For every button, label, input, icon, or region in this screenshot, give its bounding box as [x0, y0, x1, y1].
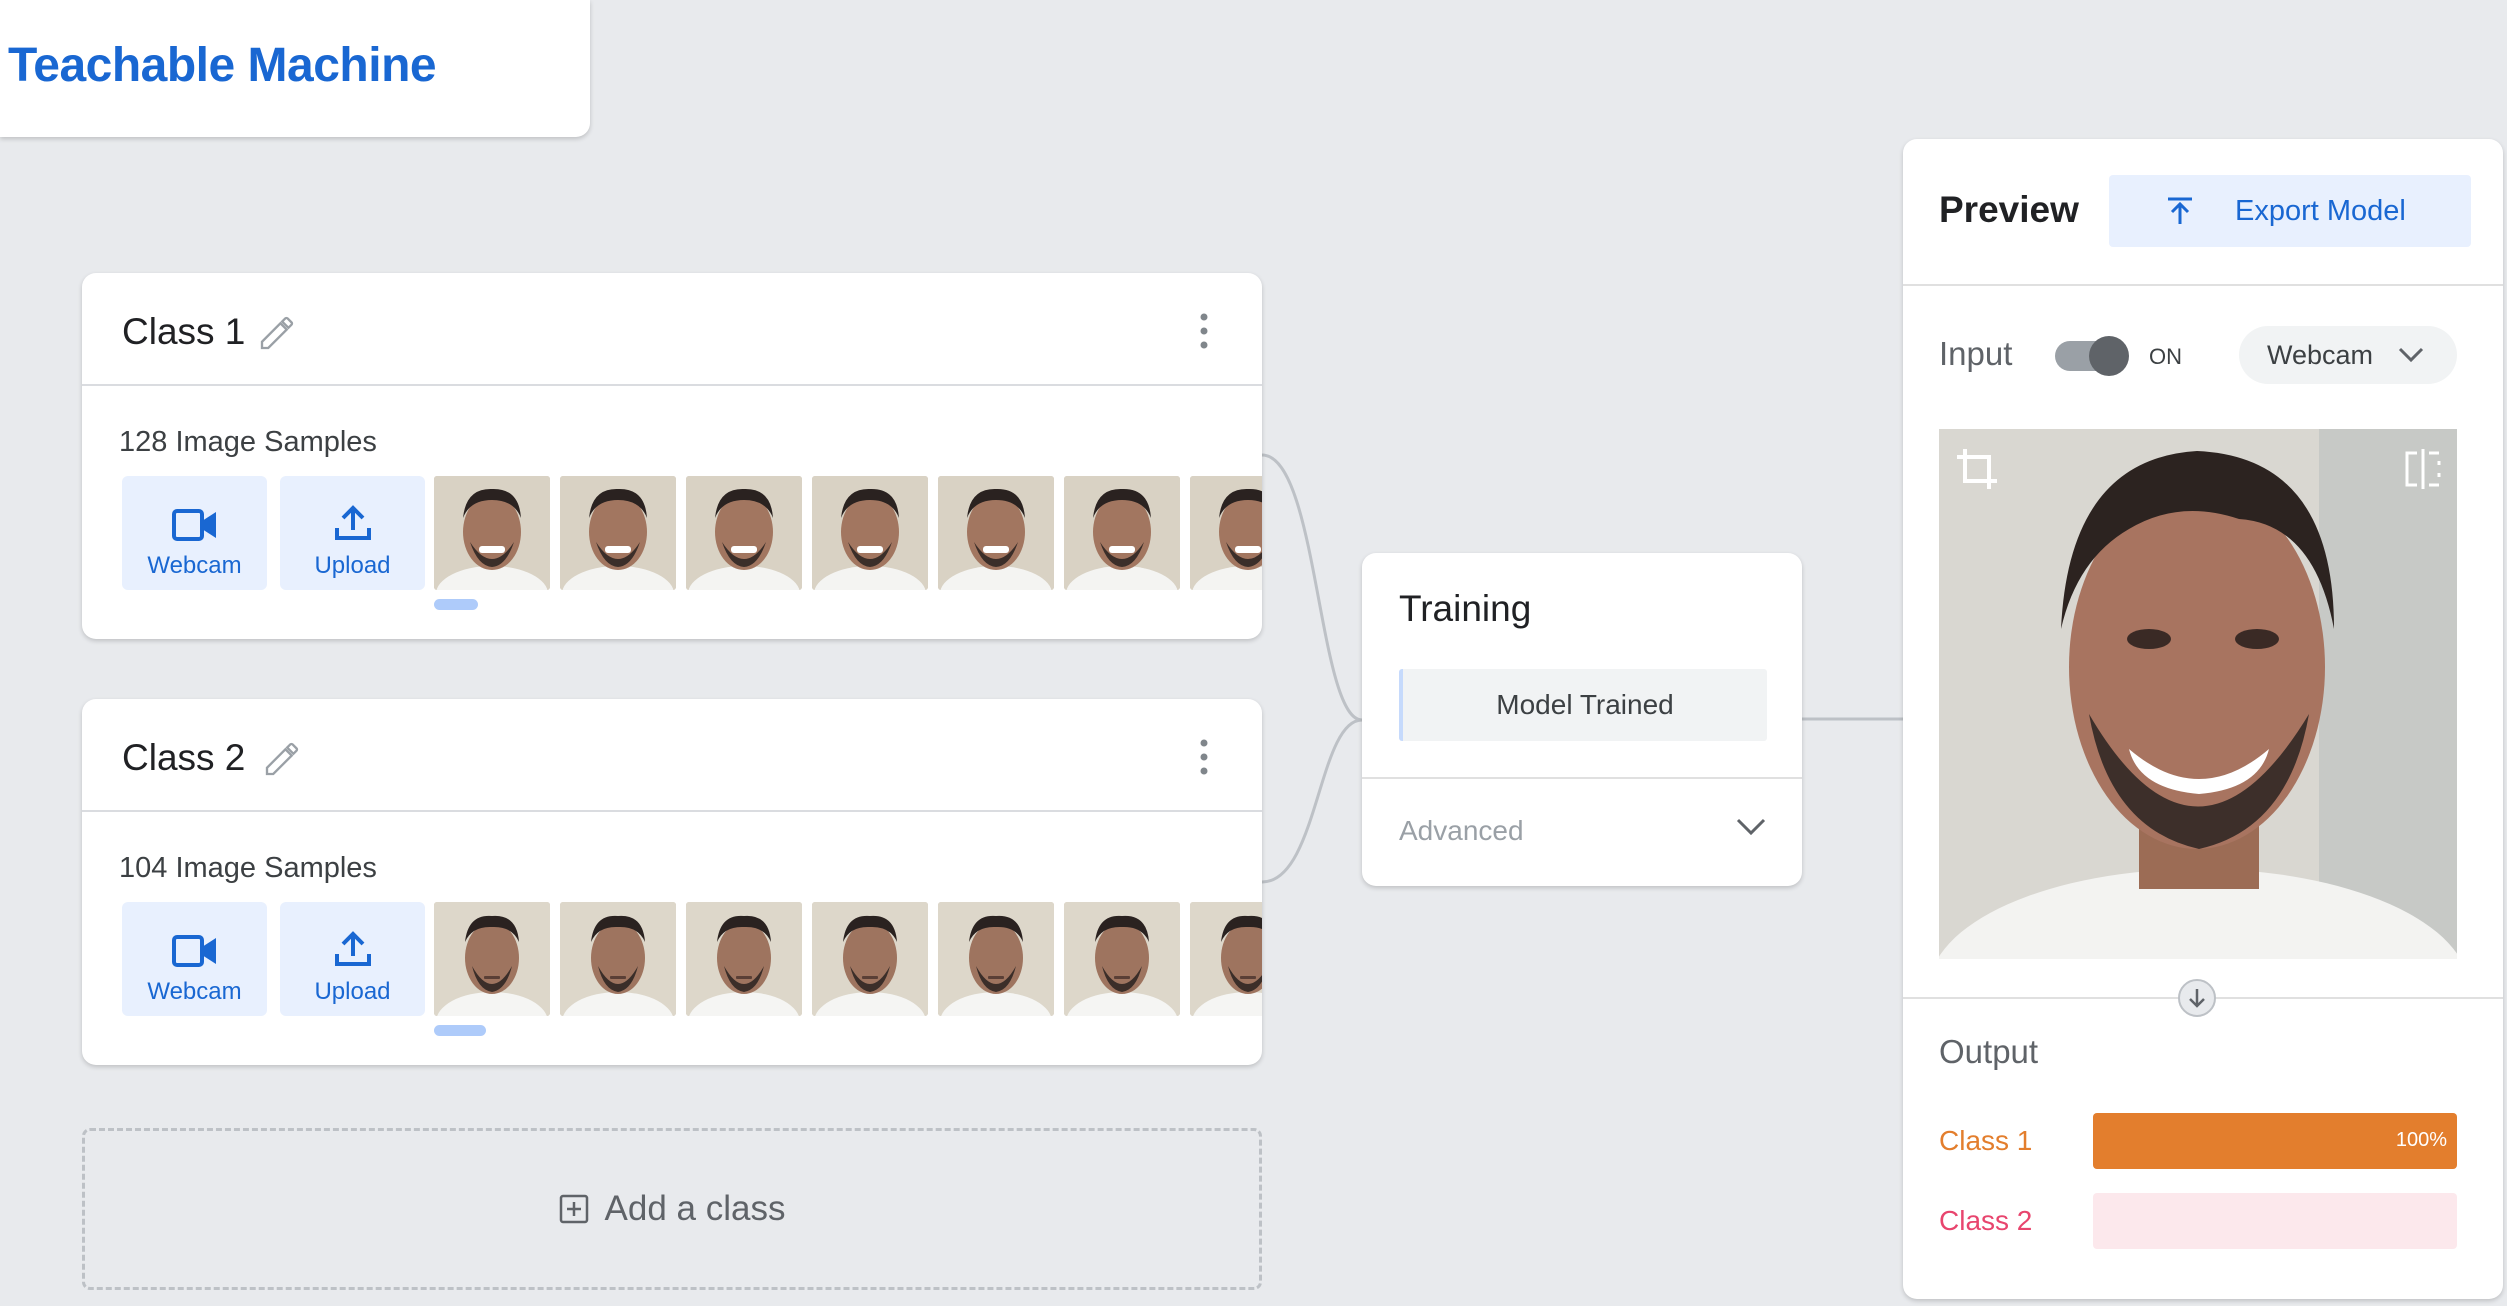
add-box-icon — [559, 1194, 588, 1224]
output-label: Output — [1939, 1033, 2039, 1070]
train-model-button[interactable]: Model Trained — [1399, 669, 1767, 741]
training-card: Training Model Trained Advanced — [1362, 553, 1802, 886]
class-card-2: Class 2 104 Image Samples Webcam Upload — [82, 699, 1262, 1065]
thumbnail-scrollbar[interactable] — [434, 1025, 486, 1036]
sample-image[interactable] — [1190, 476, 1262, 590]
input-label: Input — [1939, 335, 2013, 372]
sample-image[interactable] — [686, 476, 802, 590]
app-title: Teachable Machine — [8, 39, 437, 92]
upload-button[interactable]: Upload — [280, 902, 425, 1016]
add-class-button[interactable]: Add a class — [82, 1128, 1262, 1290]
flip-icon[interactable] — [2403, 447, 2443, 491]
sample-image[interactable] — [1064, 476, 1180, 590]
crop-icon[interactable] — [1955, 447, 1999, 491]
divider — [1903, 284, 2503, 286]
preview-panel: Preview Export Model Input ON Webcam Out… — [1903, 139, 2503, 1299]
samples-count: 104 Image Samples — [119, 852, 377, 884]
export-model-button[interactable]: Export Model — [2109, 175, 2471, 247]
sample-image[interactable] — [812, 902, 928, 1016]
sample-image[interactable] — [1190, 902, 1262, 1016]
webcam-icon — [171, 509, 216, 541]
class-name[interactable]: Class 1 — [122, 311, 245, 353]
divider — [1362, 777, 1802, 779]
toggle-knob — [2089, 336, 2129, 376]
scroll-down-button[interactable] — [2178, 979, 2216, 1017]
class-name[interactable]: Class 2 — [122, 737, 245, 779]
thumbnail-scrollbar[interactable] — [434, 599, 478, 610]
sample-thumbnails — [434, 476, 1262, 590]
output-class-label: Class 1 — [1939, 1125, 2033, 1156]
sample-image[interactable] — [434, 476, 550, 590]
upload-button[interactable]: Upload — [280, 476, 425, 590]
add-class-label: Add a class — [604, 1189, 786, 1228]
output-class-label: Class 2 — [1939, 1205, 2033, 1236]
chevron-down-icon[interactable] — [1735, 817, 1767, 837]
sample-image[interactable] — [560, 476, 676, 590]
sample-image[interactable] — [812, 476, 928, 590]
webcam-button[interactable]: Webcam — [122, 902, 267, 1016]
more-vert-icon[interactable] — [1198, 737, 1210, 777]
input-toggle[interactable] — [2055, 336, 2129, 376]
app-header: Teachable Machine — [0, 0, 590, 137]
confidence-bar: 100% — [2093, 1113, 2457, 1169]
sample-image[interactable] — [560, 902, 676, 1016]
webcam-feed — [1939, 429, 2457, 959]
training-title: Training — [1399, 588, 1532, 629]
webcam-icon — [171, 935, 216, 967]
upload-icon — [334, 931, 371, 966]
class-card-header: Class 2 — [82, 699, 1262, 812]
confidence-bar — [2093, 1193, 2457, 1249]
confidence-bar-fill: 100% — [2093, 1113, 2457, 1169]
sample-image[interactable] — [686, 902, 802, 1016]
sample-thumbnails — [434, 902, 1262, 1016]
more-vert-icon[interactable] — [1198, 311, 1210, 351]
samples-count: 128 Image Samples — [119, 426, 377, 458]
class-card-1: Class 1 128 Image Samples Webcam Upload — [82, 273, 1262, 639]
advanced-toggle[interactable]: Advanced — [1399, 815, 1524, 847]
sample-image[interactable] — [938, 902, 1054, 1016]
sample-image[interactable] — [434, 902, 550, 1016]
preview-title: Preview — [1939, 189, 2079, 230]
webcam-button[interactable]: Webcam — [122, 476, 267, 590]
webcam-preview — [1939, 429, 2457, 959]
confidence-percent: 100% — [2395, 1129, 2447, 1151]
pencil-icon[interactable] — [262, 739, 302, 779]
toggle-state: ON — [2149, 344, 2182, 369]
export-icon — [2168, 197, 2192, 224]
arrow-down-icon — [2189, 989, 2205, 1008]
pencil-icon[interactable] — [257, 313, 297, 353]
sample-image[interactable] — [938, 476, 1054, 590]
input-source-select[interactable]: Webcam — [2239, 326, 2457, 384]
upload-icon — [334, 505, 371, 540]
chevron-down-icon — [2398, 347, 2424, 363]
class-card-header: Class 1 — [82, 273, 1262, 386]
sample-image[interactable] — [1064, 902, 1180, 1016]
